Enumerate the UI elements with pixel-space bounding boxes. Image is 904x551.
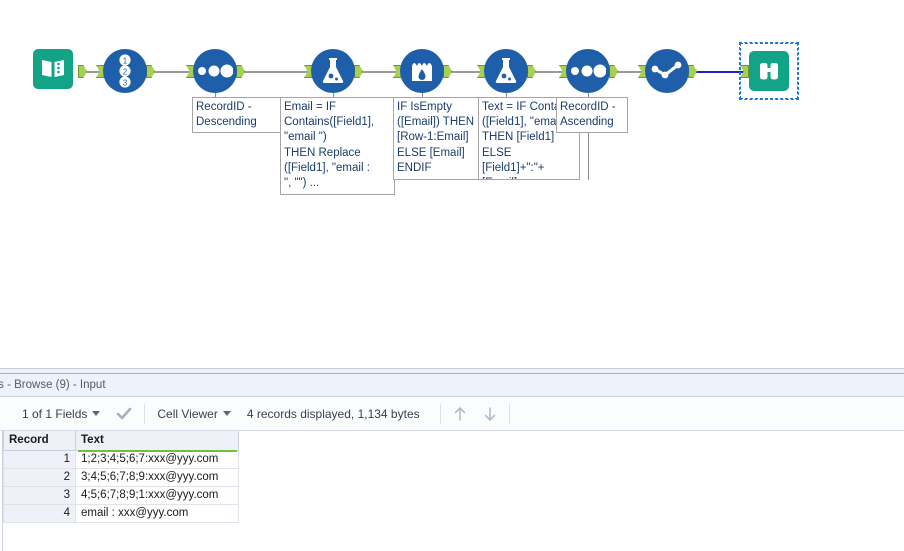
toolbar-separator [508,403,510,424]
output-connector[interactable] [688,65,697,78]
cell-text[interactable]: email : xxx@yyy.com [75,503,239,523]
svg-text:3: 3 [123,79,128,88]
toolbar-separator [144,403,146,424]
output-connector[interactable] [78,65,87,78]
annotation-sort-2[interactable]: RecordID - Ascending [556,97,628,133]
scroll-down-button[interactable] [475,401,505,427]
cell-text[interactable]: 3;4;5;6;7;8;9:xxx@yyy.com [75,467,239,487]
results-table[interactable]: Record Text 1 1;2;3;4;5;6;7:xxx@yyy.com … [3,431,239,523]
table-header-row: Record Text [3,431,239,451]
flask-icon [495,58,517,83]
output-connector[interactable] [443,65,452,78]
output-connector[interactable] [146,65,155,78]
results-grid[interactable]: Record Text 1 1;2;3;4;5;6;7:xxx@yyy.com … [0,431,904,551]
three-dots-icon [198,64,233,78]
connection-line [239,71,314,73]
flask-icon [322,58,344,83]
cell-viewer-label: Cell Viewer [157,406,218,421]
alteryx-designer-window: 1 2 3 RecordID - Descending Email = IF C… [0,0,904,551]
formula-tool-2[interactable] [484,49,528,93]
formula-tool[interactable] [311,49,355,93]
record-id-tool[interactable]: 1 2 3 [103,49,147,93]
annotation-formula-1[interactable]: Email = IF Contains([Field1], "email ") … [280,97,395,195]
chevron-down-icon[interactable] [222,411,231,416]
cell-record: 4 [3,503,76,523]
annotation-multirow[interactable]: IF IsEmpty ([Email]) THEN [Row-1:Email] … [393,97,480,180]
cell-text[interactable]: 4;5;6;7;8;9;1:xxx@yyy.com [75,485,239,505]
cell-viewer-selector[interactable]: Cell Viewer [149,401,238,427]
dots-checkmark-icon [651,61,682,79]
column-header-record[interactable]: Record [3,431,76,451]
grid-row-selector-strip [0,431,3,551]
fields-selector-label: 1 of 1 Fields [22,406,88,421]
results-panel-title: ults - Browse (9) - Input [0,374,904,397]
apply-fields-button[interactable] [108,401,140,427]
column-header-text[interactable]: Text [75,431,239,451]
output-connector[interactable] [527,65,536,78]
output-connector[interactable] [236,65,245,78]
multi-row-formula-tool[interactable] [400,49,444,93]
three-dots-icon [571,64,606,78]
arrow-down-icon [484,406,495,421]
chevron-down-icon[interactable] [92,411,101,416]
sort-tool-2[interactable] [566,49,610,93]
records-count-label: 4 records displayed, 1,134 bytes [246,406,420,421]
records-count: 4 records displayed, 1,134 bytes [239,401,428,427]
cell-record: 2 [3,467,76,487]
output-connector[interactable] [354,65,363,78]
numbered-list-icon: 1 2 3 [119,54,131,88]
svg-text:1: 1 [123,57,128,66]
arrow-up-icon [454,406,465,421]
results-panel: ults - Browse (9) - Input 1 of 1 Fields … [0,374,904,551]
annotation-sort-1[interactable]: RecordID - Descending [192,97,282,133]
checkmark-icon [117,407,132,419]
annotation-stem [588,133,589,180]
results-toolbar: 1 of 1 Fields Cell Viewer 4 records disp… [0,397,904,431]
cell-record: 1 [3,449,76,469]
column-active-indicator [78,450,237,452]
binoculars-icon [760,63,778,80]
input-data-tool[interactable] [33,49,73,89]
svg-text:2: 2 [123,68,128,77]
results-title-text: ults - Browse (9) - Input [0,379,106,391]
sort-tool[interactable] [193,49,237,93]
cell-record: 3 [3,485,76,505]
fields-selector[interactable]: 1 of 1 Fields [14,401,108,427]
sample-tool[interactable] [645,49,689,93]
toolbar-separator [439,403,441,424]
browse-tool[interactable] [749,51,789,91]
book-icon [42,60,64,77]
table-row[interactable]: 1 1;2;3;4;5;6;7:xxx@yyy.com [3,449,239,469]
beaker-droplet-icon [412,63,432,81]
table-row[interactable]: 3 4;5;6;7;8;9;1:xxx@yyy.com [3,485,239,505]
scroll-up-button[interactable] [445,401,475,427]
workflow-canvas[interactable]: 1 2 3 RecordID - Descending Email = IF C… [0,0,904,368]
cell-text[interactable]: 1;2;3;4;5;6;7:xxx@yyy.com [75,449,239,469]
table-row[interactable]: 4 email : xxx@yyy.com [3,503,239,523]
output-connector[interactable] [609,65,618,78]
table-row[interactable]: 2 3;4;5;6;7;8;9:xxx@yyy.com [3,467,239,487]
